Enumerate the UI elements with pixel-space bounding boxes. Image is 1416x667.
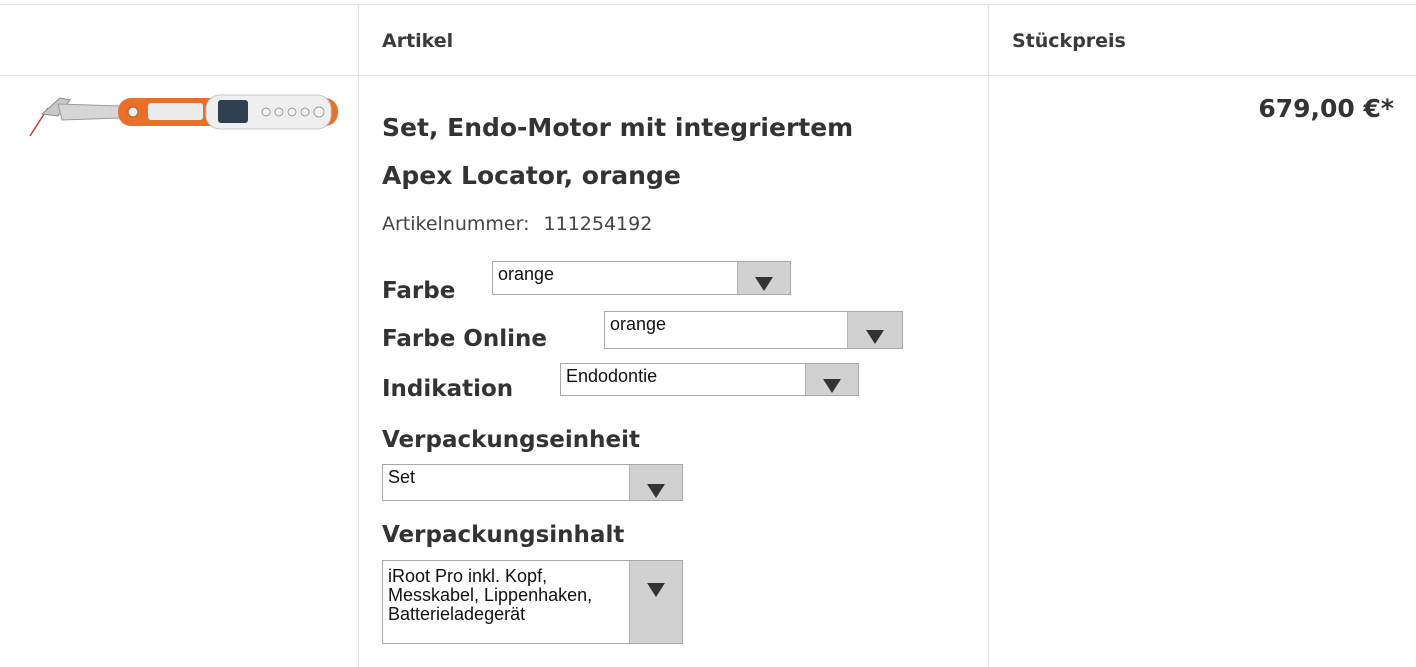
column-header-article: Artikel xyxy=(382,30,454,52)
chevron-down-icon xyxy=(647,484,665,498)
indikation-select-value: Endodontie xyxy=(566,366,658,386)
article-number-value: 111254192 xyxy=(543,213,653,235)
indikation-select[interactable]: Endodontie xyxy=(560,363,859,396)
verpackungsinhalt-value-line-1: iRoot Pro inkl. Kopf, xyxy=(388,567,548,586)
table-top-border xyxy=(0,4,1416,5)
column-divider-1 xyxy=(358,4,359,667)
farbe-select-value: orange xyxy=(498,264,555,284)
product-title-line-2: Apex Locator, orange xyxy=(382,161,681,190)
verpackungsinhalt-select-value: iRoot Pro inkl. Kopf, Messkabel, Lippenh… xyxy=(388,567,628,624)
verpackungseinheit-select[interactable]: Set xyxy=(382,464,683,501)
verpackungsinhalt-select[interactable]: iRoot Pro inkl. Kopf, Messkabel, Lippenh… xyxy=(382,560,683,644)
verpackungsinhalt-value-line-2: Messkabel, Lippenhaken, xyxy=(388,586,593,605)
farbe-select[interactable]: orange xyxy=(492,261,791,295)
unit-price: 679,00 €* xyxy=(1258,94,1394,123)
option-label-verpackungseinheit: Verpackungseinheit xyxy=(382,427,641,453)
verpackungsinhalt-select-button[interactable] xyxy=(629,561,682,643)
option-label-verpackungsinhalt: Verpackungsinhalt xyxy=(382,522,625,548)
farbe-online-select[interactable]: orange xyxy=(604,311,903,349)
product-title-line-1: Set, Endo-Motor mit integriertem xyxy=(382,113,854,142)
verpackungseinheit-select-value: Set xyxy=(388,467,416,487)
option-label-indikation: Indikation xyxy=(382,376,514,402)
farbe-online-select-value: orange xyxy=(610,314,667,334)
chevron-down-icon xyxy=(866,330,884,344)
verpackungsinhalt-value-line-3: Batterieladegerät xyxy=(388,604,526,624)
chevron-down-icon xyxy=(755,277,773,291)
column-header-unit-price: Stückpreis xyxy=(1012,30,1126,52)
farbe-online-select-button[interactable] xyxy=(847,312,902,348)
chevron-down-icon xyxy=(823,379,841,393)
option-label-farbe: Farbe xyxy=(382,278,456,304)
option-label-farbe-online: Farbe Online xyxy=(382,326,547,352)
indikation-select-button[interactable] xyxy=(805,364,858,395)
article-number-label: Artikelnummer: xyxy=(382,213,530,235)
article-number: Artikelnummer: 111254192 xyxy=(382,213,652,235)
verpackungseinheit-select-button[interactable] xyxy=(629,465,682,500)
column-divider-2 xyxy=(988,4,989,667)
header-divider xyxy=(0,75,1416,76)
endo-motor-handpiece-icon xyxy=(29,94,338,137)
chevron-down-icon xyxy=(647,583,665,597)
farbe-select-button[interactable] xyxy=(737,262,790,294)
product-title[interactable]: Set, Endo-Motor mit integriertem Apex Lo… xyxy=(382,104,942,200)
product-image[interactable] xyxy=(28,94,338,138)
